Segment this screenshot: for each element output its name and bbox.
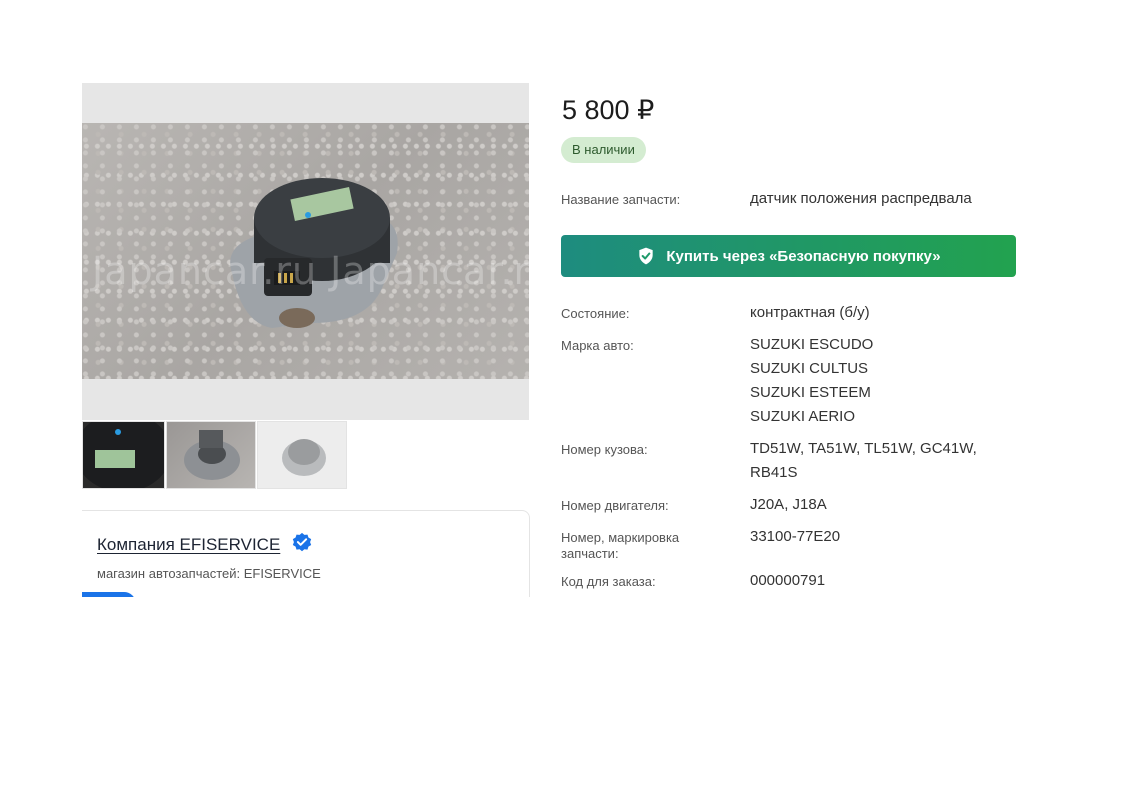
thumbnail-3-image (282, 439, 326, 476)
thumbnail-2-image (184, 430, 240, 480)
body-number-value: TD51W, TA51W, TL51W, GC41W, RB41S (750, 437, 977, 485)
company-card: Компания EFISERVICE магазин автозапчасте… (82, 510, 530, 597)
contact-button-partial[interactable] (82, 592, 136, 597)
condition-label: Состояние: (561, 306, 630, 321)
stock-badge: В наличии (561, 137, 646, 163)
company-name-link[interactable]: Компания EFISERVICE (97, 535, 280, 555)
condition-value: контрактная (б/у) (750, 304, 870, 321)
brand-item: SUZUKI ESTEEM (750, 384, 871, 401)
part-name-value: датчик положения распредвала (750, 190, 972, 207)
thumbnail-1-image (83, 422, 164, 488)
body-number-line: TD51W, TA51W, TL51W, GC41W, (750, 440, 977, 457)
price: 5 800 ₽ (562, 95, 655, 125)
shield-check-icon (639, 247, 654, 265)
thumbnail-1[interactable] (82, 421, 165, 489)
safe-purchase-label: Купить через «Безопасную покупку» (666, 247, 941, 265)
brand-list: SUZUKI ESCUDO SUZUKI CULTUS SUZUKI ESTEE… (750, 333, 873, 429)
watermark-text: Japancar.ru Japancar.ru (92, 249, 529, 293)
body-number-line: RB41S (750, 464, 798, 481)
engine-number-label: Номер двигателя: (561, 498, 669, 513)
product-image: Japancar.ru Japancar.ru (82, 123, 529, 379)
order-code-value: 000000791 (750, 572, 826, 589)
verified-badge-icon (292, 532, 312, 552)
thumbnail-strip (82, 421, 529, 489)
product-viewport: Japancar.ru Japancar.ru Компания EFISERV… (82, 83, 1042, 597)
part-number-label: Номер, маркировка запчасти: (561, 530, 679, 562)
part-number-value: 33100-77E20 (750, 528, 841, 545)
engine-number-value: J20A, J18A (750, 496, 827, 513)
part-number-label-line: Номер, маркировка (561, 530, 680, 545)
part-name-label: Название запчасти: (561, 192, 681, 207)
thumbnail-3[interactable] (257, 421, 347, 489)
company-subtitle: магазин автозапчастей: EFISERVICE (97, 566, 321, 581)
main-photo[interactable]: Japancar.ru Japancar.ru (82, 83, 529, 420)
brand-item: SUZUKI ESCUDO (750, 336, 874, 353)
brand-item: SUZUKI AERIO (750, 408, 856, 425)
body-number-label: Номер кузова: (561, 442, 648, 457)
brand-item: SUZUKI CULTUS (750, 360, 869, 377)
order-code-label: Код для заказа: (561, 574, 656, 589)
safe-purchase-button[interactable]: Купить через «Безопасную покупку» (561, 235, 1016, 277)
brand-label: Марка авто: (561, 338, 634, 353)
part-number-label-line: запчасти: (561, 546, 619, 561)
thumbnail-2[interactable] (166, 421, 256, 489)
